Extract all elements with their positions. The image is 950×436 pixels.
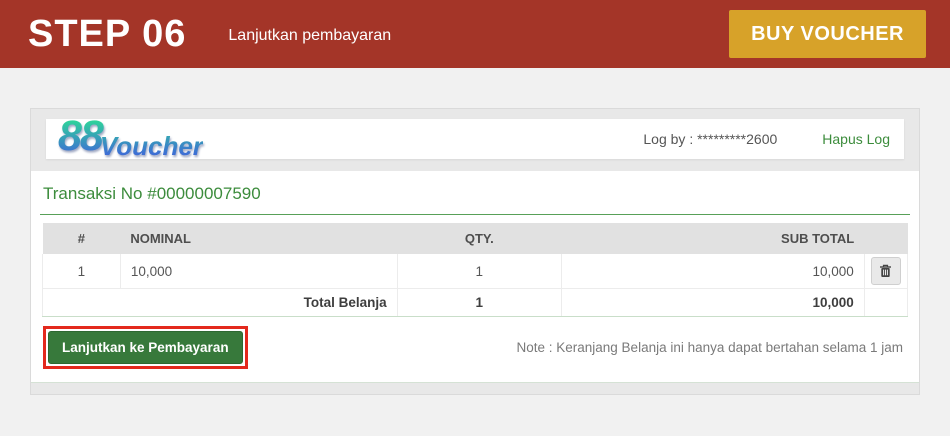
row-qty: 1 [397,254,561,289]
logo-88: 88 [58,112,102,160]
total-subtotal: 10,000 [561,289,864,317]
col-header-number: # [43,223,121,254]
col-header-subtotal: SUB TOTAL [561,223,864,254]
log-by-text: Log by : *********2600 [643,131,777,147]
row-number: 1 [43,254,121,289]
table-header-row: # NOMINAL QTY. SUB TOTAL [43,223,908,254]
row-actions-cell [864,254,907,289]
voucher-card: 88Voucher Log by : *********2600 Hapus L… [30,108,920,395]
col-header-nominal: NOMINAL [120,223,397,254]
trash-icon [879,264,892,278]
total-qty: 1 [397,289,561,317]
logo-voucher: Voucher [100,131,203,161]
logo-bar: 88Voucher Log by : *********2600 Hapus L… [46,119,904,159]
total-label: Total Belanja [43,289,398,317]
row-nominal: 10,000 [120,254,397,289]
panel-footer: Lanjutkan ke Pembayaran Note : Keranjang… [37,317,913,382]
total-row: Total Belanja 1 10,000 [43,289,908,317]
step-description: Lanjutkan pembayaran [228,27,391,45]
transaction-title: Transaksi No #00000007590 [37,175,913,214]
logo-88voucher[interactable]: 88Voucher [58,115,203,159]
proceed-payment-button[interactable]: Lanjutkan ke Pembayaran [48,331,243,364]
delete-item-button[interactable] [871,257,901,285]
cart-note: Note : Keranjang Belanja ini hanya dapat… [516,340,907,355]
annotation-highlight-box: Lanjutkan ke Pembayaran [43,326,248,369]
row-subtotal: 10,000 [561,254,864,289]
cart-table: # NOMINAL QTY. SUB TOTAL 1 10,000 1 10,0… [42,223,908,317]
step-banner: STEP 06 Lanjutkan pembayaran BUY VOUCHER [0,0,950,68]
step-title: STEP 06 [28,15,186,53]
buy-voucher-button[interactable]: BUY VOUCHER [729,10,926,58]
hapus-log-link[interactable]: Hapus Log [822,131,890,147]
title-divider [40,214,910,215]
col-header-actions [864,223,907,254]
transaction-panel: Transaksi No #00000007590 # NOMINAL QTY.… [31,171,919,383]
col-header-qty: QTY. [397,223,561,254]
total-actions-cell [864,289,907,317]
table-row: 1 10,000 1 10,000 [43,254,908,289]
